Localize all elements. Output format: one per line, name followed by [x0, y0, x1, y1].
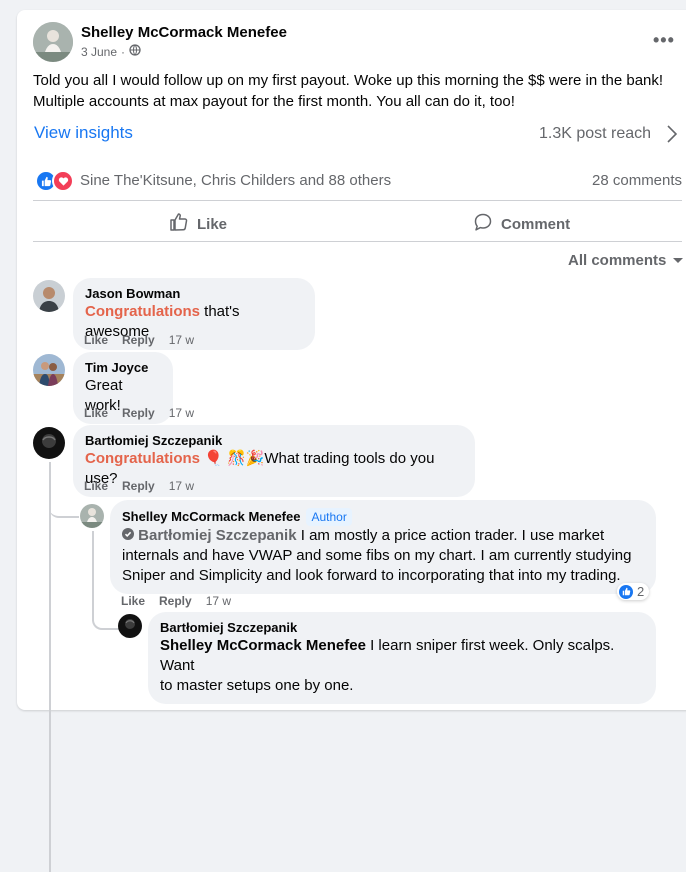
thumbs-up-icon — [169, 212, 189, 236]
comment-actions: Like Reply 17 w — [84, 406, 194, 420]
post-meta: 3 June · — [81, 44, 141, 59]
post-author-name[interactable]: Shelley McCormack Menefee — [81, 24, 287, 41]
reaction-icons[interactable] — [35, 170, 74, 192]
reactors-summary[interactable]: Sine The'Kitsune, Chris Childers and 88 … — [80, 172, 391, 189]
reply-line-2: internals and have VWAP and some fibs on… — [122, 547, 632, 564]
comment-author[interactable]: Jason Bowman — [85, 286, 303, 302]
chevron-right-icon[interactable] — [665, 123, 679, 150]
reply-actions: Like Reply 17 w — [121, 594, 231, 608]
post-reach[interactable]: 1.3K post reach — [539, 125, 651, 143]
reply-like-badge[interactable]: 2 — [617, 583, 650, 600]
all-comments-filter[interactable]: All comments — [568, 252, 684, 269]
reply-mention[interactable]: Bartłomiej Szczepanik — [138, 527, 296, 544]
comment-author[interactable]: Tim Joyce — [85, 360, 161, 376]
comment-like-button[interactable]: Like — [84, 333, 108, 347]
reply-mention[interactable]: Shelley McCormack Menefee — [160, 637, 366, 654]
post-text: Told you all I would follow up on my fir… — [33, 70, 685, 112]
more-options-icon[interactable]: ••• — [653, 30, 675, 51]
comment-actions: Like Reply 17 w — [84, 479, 194, 493]
reply-line-3: Sniper and Simplicity and look forward t… — [122, 567, 621, 584]
comment-like-button[interactable]: Like — [84, 406, 108, 420]
mention-icon — [122, 527, 134, 544]
reply-line-2: to master setups one by one. — [160, 677, 354, 694]
like-reaction-icon — [619, 584, 633, 599]
dot-separator: · — [121, 44, 126, 59]
love-reaction-icon — [52, 170, 74, 192]
comment-time[interactable]: 17 w — [169, 406, 194, 420]
comment-like-button[interactable]: Like — [84, 479, 108, 493]
comment-author[interactable]: Bartłomiej Szczepanik — [85, 433, 463, 449]
comment-highlight: Congratulations — [85, 450, 200, 467]
post-text-line-1: Told you all I would follow up on my fir… — [33, 72, 664, 89]
reply-author-avatar[interactable] — [80, 504, 104, 528]
reply-time[interactable]: 17 w — [206, 594, 231, 608]
thread-line — [49, 462, 51, 872]
all-comments-label: All comments — [568, 252, 667, 269]
reply-author[interactable]: Shelley McCormack Menefee Author — [122, 508, 644, 526]
reply-bubble: Bartłomiej Szczepanik Shelley McCormack … — [148, 612, 656, 704]
comment-time[interactable]: 17 w — [169, 333, 194, 347]
comments-count[interactable]: 28 comments — [592, 172, 682, 189]
globe-icon[interactable] — [129, 44, 141, 59]
post-date[interactable]: 3 June — [81, 45, 117, 59]
divider — [33, 241, 682, 242]
post-card: Shelley McCormack Menefee 3 June · ••• T… — [17, 10, 686, 872]
like-button[interactable]: Like — [169, 212, 227, 236]
commenter-avatar[interactable] — [33, 354, 65, 386]
divider — [33, 200, 682, 201]
comment-reply-button[interactable]: Reply — [122, 333, 155, 347]
reply-author-name[interactable]: Shelley McCormack Menefee — [122, 509, 300, 524]
comment-reply-button[interactable]: Reply — [122, 406, 155, 420]
reply-like-button[interactable]: Like — [121, 594, 145, 608]
comment-button-label: Comment — [501, 215, 571, 233]
commenter-avatar[interactable] — [33, 280, 65, 312]
like-button-label: Like — [197, 215, 228, 233]
reply-reply-button[interactable]: Reply — [159, 594, 192, 608]
post-author-avatar[interactable] — [33, 22, 73, 62]
commenter-avatar[interactable] — [33, 427, 65, 459]
comment-highlight: Congratulations — [85, 303, 200, 320]
reply-line-1: I am mostly a price action trader. I use… — [296, 527, 605, 544]
comment-button[interactable]: Comment — [473, 212, 570, 236]
reply-text: Bartłomiej Szczepanik I am mostly a pric… — [122, 526, 644, 586]
reply-connector — [92, 608, 120, 630]
reply-author-avatar[interactable] — [118, 614, 142, 638]
comment-actions: Like Reply 17 w — [84, 333, 194, 347]
reply-like-count: 2 — [637, 584, 645, 599]
comment-emoji: 🎈 🎊🎉 — [204, 450, 265, 467]
view-insights-link[interactable]: View insights — [34, 123, 133, 143]
caret-down-icon — [672, 252, 684, 269]
post-text-line-2: Multiple accounts at max payout for the … — [33, 93, 515, 110]
comment-reply-button[interactable]: Reply — [122, 479, 155, 493]
reply-text: Shelley McCormack Menefee I learn sniper… — [160, 636, 644, 696]
comment-icon — [473, 212, 493, 236]
comment-time[interactable]: 17 w — [169, 479, 194, 493]
reply-bubble: Shelley McCormack Menefee Author Bartłomi… — [110, 500, 656, 594]
author-badge: Author — [306, 508, 352, 526]
reply-author[interactable]: Bartłomiej Szczepanik — [160, 620, 644, 636]
reply-connector — [49, 494, 79, 518]
